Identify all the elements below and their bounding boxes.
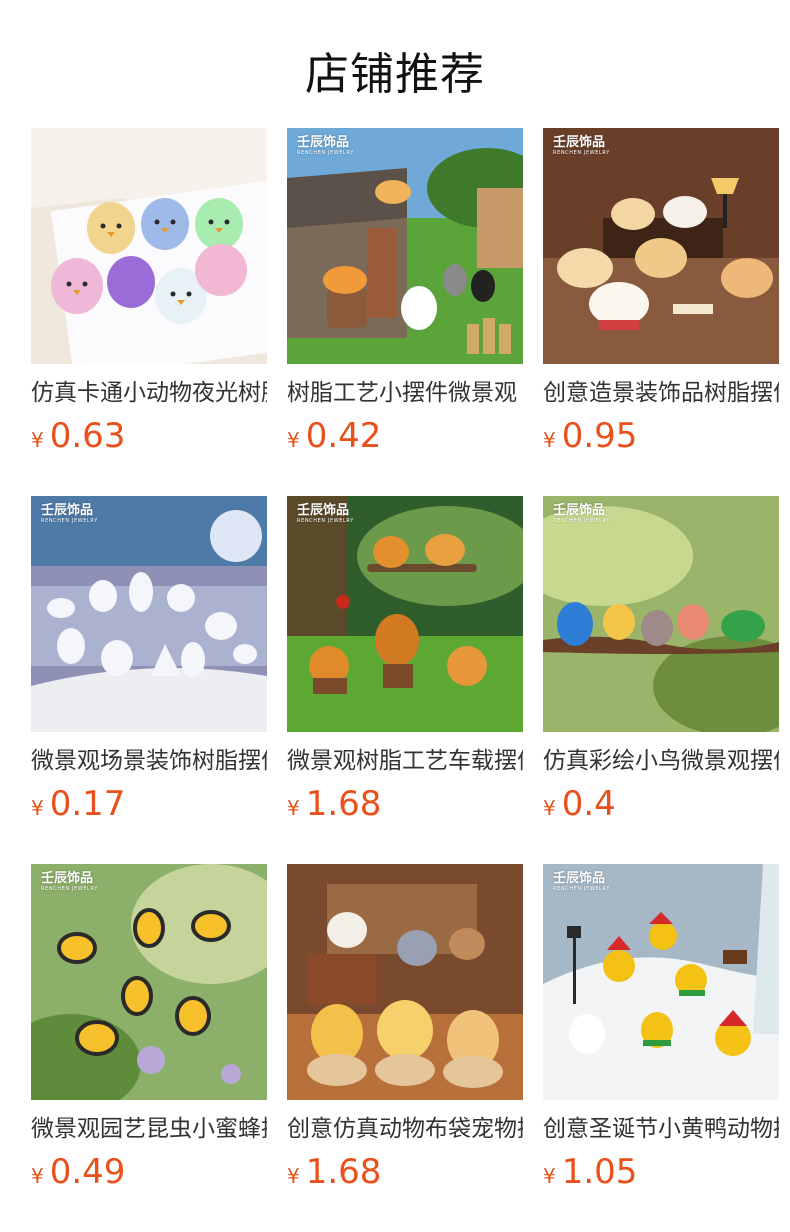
product-card[interactable]: 壬辰饰品RENCHEN JEWELRY 创意圣诞节小黄鸭动物摆件 ¥1.05 [543,864,779,1204]
brand-logo: 壬辰饰品 RENCHEN JEWELRY [553,135,610,157]
product-image-glowing-chicks[interactable] [31,128,267,364]
product-price: ¥1.68 [287,784,382,824]
product-name[interactable]: 创意仿真动物布袋宠物摆件 [287,1114,523,1144]
product-card[interactable]: 壬辰饰品 RENCHEN JEWELRY 创意造景装饰品树脂摆件 ¥0.95 [543,128,779,468]
brand-logo: 壬辰饰品 RENCHEN JEWELRY [297,503,354,525]
product-name[interactable]: 创意圣诞节小黄鸭动物摆件 [543,1114,779,1144]
product-price: ¥0.17 [31,784,126,824]
product-price: ¥0.4 [543,784,616,824]
product-name[interactable]: 微景观场景装饰树脂摆件 [31,746,267,776]
product-price: ¥1.05 [543,1152,638,1192]
product-image-resin-cats[interactable]: 壬辰饰品 RENCHEN JEWELRY [287,128,523,364]
product-image-animals-in-sacks[interactable] [287,864,523,1100]
product-card[interactable]: 壬辰饰品 RENCHEN JEWELRY 树脂工艺小摆件微景观 ¥0.42 [287,128,523,468]
product-name[interactable]: 仿真卡通小动物夜光树脂摆件 [31,378,267,408]
brand-logo: 壬辰饰品 RENCHEN JEWELRY [41,871,98,893]
product-price: ¥1.68 [287,1152,382,1192]
brand-logo: 壬辰饰品 RENCHEN JEWELRY [553,503,610,525]
product-name[interactable]: 创意造景装饰品树脂摆件 [543,378,779,408]
product-name[interactable]: 树脂工艺小摆件微景观 [287,378,523,408]
product-price: ¥0.42 [287,416,382,456]
product-card[interactable]: 创意仿真动物布袋宠物摆件 ¥1.68 [287,864,523,1204]
product-card[interactable]: 壬辰饰品 RENCHEN JEWELRY 微景观场景装饰树脂摆件 ¥0.17 [31,496,267,836]
product-image-cartoon-bees[interactable]: 壬辰饰品 RENCHEN JEWELRY [31,864,267,1100]
section-title: 店铺推荐 [305,49,485,100]
product-image-polar-animals[interactable]: 壬辰饰品 RENCHEN JEWELRY [31,496,267,732]
product-image-sleeping-puppies[interactable]: 壬辰饰品 RENCHEN JEWELRY [543,128,779,364]
product-price: ¥0.49 [31,1152,126,1192]
product-card[interactable]: 壬辰饰品 RENCHEN JEWELRY 仿真彩绘小鸟微景观摆件 ¥0.4 [543,496,779,836]
product-price: ¥0.63 [31,416,126,456]
brand-logo: 壬辰饰品 RENCHEN JEWELRY [553,871,610,893]
product-card[interactable]: 壬辰饰品 RENCHEN JEWELRY 微景观树脂工艺车载摆件 ¥1.68 [287,496,523,836]
product-image-squirrels[interactable]: 壬辰饰品 RENCHEN JEWELRY [287,496,523,732]
product-name[interactable]: 微景观树脂工艺车载摆件 [287,746,523,776]
product-card[interactable]: 仿真卡通小动物夜光树脂摆件 ¥0.63 [31,128,267,468]
brand-logo: 壬辰饰品 RENCHEN JEWELRY [297,135,354,157]
product-name[interactable]: 微景观园艺昆虫小蜜蜂摆件 [31,1114,267,1144]
product-name[interactable]: 仿真彩绘小鸟微景观摆件 [543,746,779,776]
brand-logo: 壬辰饰品 RENCHEN JEWELRY [41,503,98,525]
product-price: ¥0.95 [543,416,638,456]
product-card[interactable]: 壬辰饰品RENCHEN JEWELRY 微景观园艺昆虫小蜜蜂摆件 ¥0.49 [31,864,267,1204]
product-image-painted-birds[interactable]: 壬辰饰品 RENCHEN JEWELRY [543,496,779,732]
product-image-christmas-ducks[interactable]: 壬辰饰品 RENCHEN JEWELRY [543,864,779,1100]
